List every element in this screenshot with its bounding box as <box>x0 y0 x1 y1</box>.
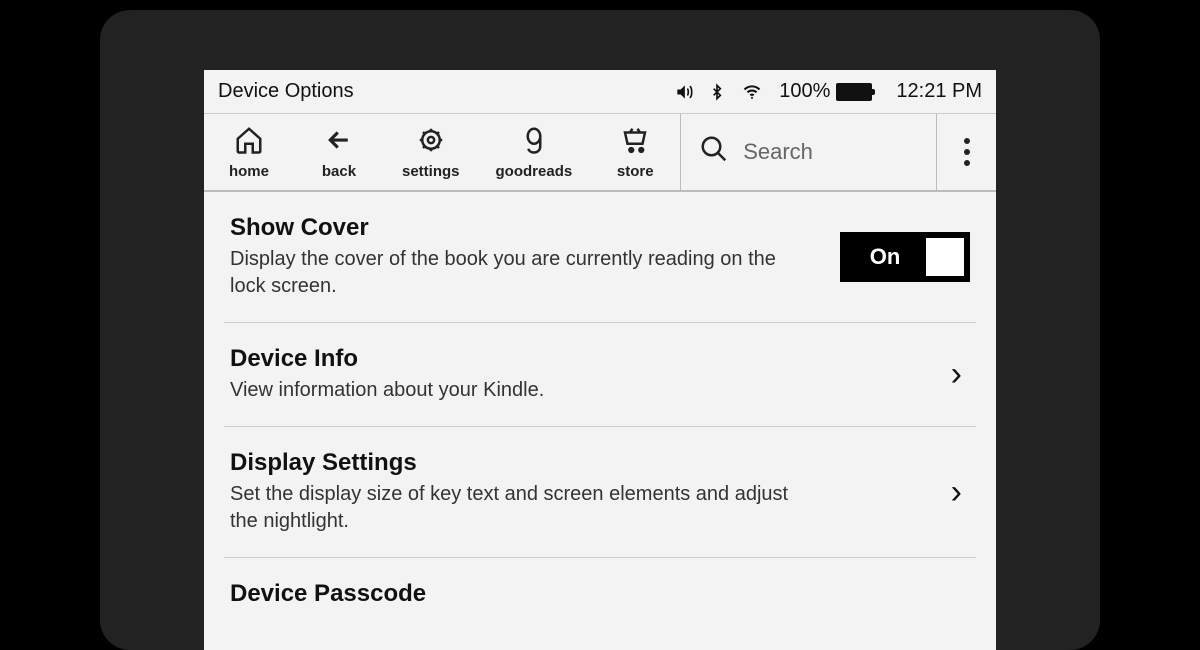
setting-title: Device Info <box>230 345 931 373</box>
status-bar: Device Options <box>204 70 996 114</box>
screen: Device Options <box>204 70 996 650</box>
setting-title: Show Cover <box>230 214 820 242</box>
wifi-icon <box>739 82 765 102</box>
setting-description: Set the display size of key text and scr… <box>230 481 790 535</box>
setting-show-cover[interactable]: Show Cover Display the cover of the book… <box>224 192 976 323</box>
search-placeholder: Search <box>743 139 813 165</box>
show-cover-toggle[interactable]: On <box>840 232 970 282</box>
setting-device-passcode[interactable]: Device Passcode <box>224 558 976 634</box>
battery-indicator: 100% <box>779 80 872 103</box>
setting-description: View information about your Kindle. <box>230 377 790 404</box>
back-button[interactable]: back <box>312 125 366 180</box>
search-icon <box>699 134 729 170</box>
back-arrow-icon <box>324 125 354 159</box>
status-icons: 100% 12:21 PM <box>673 80 982 103</box>
battery-icon <box>836 83 872 101</box>
battery-percent: 100% <box>779 80 830 103</box>
battery-fill <box>838 85 870 99</box>
goodreads-button[interactable]: goodreads <box>496 125 573 180</box>
toolbar: home back settings <box>204 114 996 192</box>
gear-icon <box>416 125 446 159</box>
toolbar-label: settings <box>402 163 460 180</box>
setting-title: Device Passcode <box>230 580 970 608</box>
clock: 12:21 PM <box>896 80 982 103</box>
page-title: Device Options <box>218 80 673 103</box>
chevron-right-icon: › <box>951 355 970 394</box>
more-vertical-icon <box>964 138 970 166</box>
toolbar-items: home back settings <box>204 114 680 190</box>
setting-title: Display Settings <box>230 449 931 477</box>
home-button[interactable]: home <box>222 125 276 180</box>
setting-description: Display the cover of the book you are cu… <box>230 246 790 300</box>
toolbar-label: goodreads <box>496 163 573 180</box>
device-bezel: Device Options <box>100 10 1100 650</box>
settings-button[interactable]: settings <box>402 125 460 180</box>
toolbar-label: back <box>322 163 356 180</box>
toggle-knob <box>926 238 964 276</box>
bluetooth-icon <box>709 81 725 103</box>
goodreads-icon <box>519 125 549 159</box>
volume-icon <box>673 82 695 102</box>
chevron-right-icon: › <box>951 473 970 512</box>
toolbar-label: store <box>617 163 654 180</box>
settings-list: Show Cover Display the cover of the book… <box>204 192 996 650</box>
cart-icon <box>620 125 650 159</box>
search-button[interactable]: Search <box>680 114 936 190</box>
more-menu-button[interactable] <box>936 114 996 190</box>
toolbar-label: home <box>229 163 269 180</box>
setting-device-info[interactable]: Device Info View information about your … <box>224 323 976 427</box>
home-icon <box>234 125 264 159</box>
toggle-label: On <box>846 244 916 270</box>
setting-display-settings[interactable]: Display Settings Set the display size of… <box>224 427 976 558</box>
store-button[interactable]: store <box>608 125 662 180</box>
